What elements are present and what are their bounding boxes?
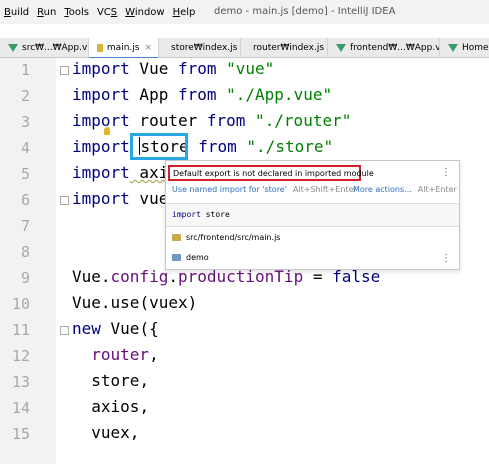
code-line: 11 new Vue({ [0, 318, 489, 344]
fold-icon[interactable] [60, 196, 69, 205]
use-named-import-action[interactable]: Use named import for 'store' Alt+Shift+En… [172, 185, 357, 194]
tab-main-js[interactable]: main.js × [89, 38, 159, 58]
line-number: 7 [20, 217, 30, 235]
menu-bar: Build Run Tools VCS Window Help demo - m… [0, 0, 489, 24]
code-line: 1 import Vue from "vue" [0, 58, 489, 84]
line-number: 10 [11, 295, 30, 313]
file-location[interactable]: src/frontend/src/main.js [172, 233, 280, 242]
code-line-current: 4 import store from "./store" [0, 136, 489, 162]
close-icon[interactable]: × [144, 43, 152, 53]
tab-store-index-js[interactable]: store₩index.js × [159, 38, 241, 58]
project-name[interactable]: demo [172, 253, 209, 262]
code-line: 2 import App from "./App.vue" [0, 84, 489, 110]
tab-label: store₩index.js [171, 43, 238, 53]
menu-run[interactable]: Run [33, 7, 60, 18]
code-line: 14 axios, [0, 396, 489, 422]
tab-label: src₩...₩App.vue [22, 43, 88, 53]
tab-label: router₩index.js [253, 43, 325, 53]
inspection-popup: Default export is not declared in import… [165, 160, 460, 270]
vue-file-icon [8, 44, 18, 52]
line-number: 6 [20, 191, 30, 209]
tab-app-vue-frontend[interactable]: frontend₩...₩App.vue × [328, 38, 440, 58]
line-number: 14 [11, 399, 30, 417]
code-line: 10 Vue.use(vuex) [0, 292, 489, 318]
code-line: 3 import router from "./router" [0, 110, 489, 136]
line-number: 3 [20, 113, 30, 131]
line-number: 15 [11, 425, 30, 443]
more-actions-link[interactable]: More actions... Alt+Enter [353, 185, 457, 194]
menu-window[interactable]: Window [121, 7, 168, 18]
vue-file-icon [336, 44, 346, 52]
js-file-icon [97, 44, 103, 52]
line-number: 12 [11, 347, 30, 365]
line-number: 8 [20, 243, 30, 261]
intention-bulb-icon[interactable] [104, 127, 110, 135]
divider [166, 226, 459, 227]
vue-file-icon [448, 44, 458, 52]
editor-tab-bar: src₩...₩App.vue × main.js × store₩index.… [0, 38, 489, 58]
more-options-icon[interactable]: ⋮ [441, 167, 451, 178]
code-line: 12 router, [0, 344, 489, 370]
line-number: 2 [20, 87, 30, 105]
window-title: demo - main.js [demo] - IntelliJ IDEA [214, 6, 396, 17]
declaration-signature: import store [166, 204, 459, 226]
code-line: 13 store, [0, 370, 489, 396]
menu-build[interactable]: Build [0, 7, 33, 18]
more-options-icon[interactable]: ⋮ [441, 253, 451, 264]
tab-label: Home.vue [462, 43, 489, 53]
code-line: 15 vuex, [0, 422, 489, 448]
tab-label: main.js [106, 43, 140, 53]
quick-fix-actions: Use named import for 'store' Alt+Shift+En… [172, 185, 457, 199]
folder-icon [172, 234, 181, 241]
fold-icon[interactable] [60, 326, 69, 335]
line-number: 4 [20, 139, 30, 157]
menu-help[interactable]: Help [169, 7, 200, 18]
tab-label: frontend₩...₩App.vue [350, 43, 440, 53]
tab-router-index-js[interactable]: router₩index.js × [241, 38, 328, 58]
fold-icon[interactable] [60, 66, 69, 75]
error-message: Default export is not declared in import… [168, 165, 374, 181]
line-number: 1 [20, 61, 30, 79]
line-number: 9 [20, 269, 30, 287]
tab-home-vue[interactable]: Home.vue [440, 38, 489, 58]
line-number: 11 [11, 321, 30, 339]
menu-vcs[interactable]: VCS [93, 7, 121, 18]
tab-app-vue-src[interactable]: src₩...₩App.vue × [0, 38, 89, 58]
line-number: 5 [20, 165, 30, 183]
module-icon [172, 254, 181, 261]
highlight-box [130, 133, 188, 160]
line-number: 13 [11, 373, 30, 391]
menu-tools[interactable]: Tools [60, 7, 93, 18]
